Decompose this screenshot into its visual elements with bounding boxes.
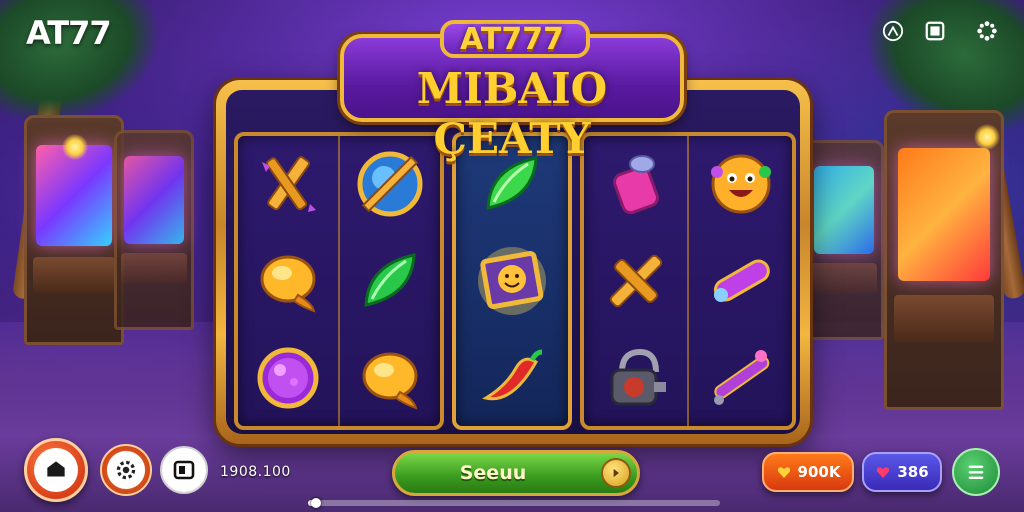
reel-group-center — [452, 132, 572, 430]
balance-amount: 1908.100 — [220, 464, 291, 480]
reel-3 — [456, 136, 568, 426]
game-title-line1: AT777 — [460, 22, 564, 57]
smiley-face-icon — [703, 146, 779, 222]
golden-bell-icon — [352, 340, 428, 416]
arcade-cabinet-left-back — [114, 130, 194, 330]
arcade-cabinet-right — [884, 110, 1004, 410]
reel-5 — [689, 136, 792, 426]
reels-area — [234, 132, 796, 430]
coins-counter[interactable]: 386 — [862, 452, 942, 492]
window-button[interactable] — [160, 446, 208, 494]
reel-2 — [340, 136, 440, 426]
spin-button[interactable]: Seeuu — [392, 450, 640, 496]
window-square-icon — [173, 460, 195, 480]
green-leaf-gem-icon — [352, 243, 428, 319]
coins-value: 386 — [897, 463, 929, 481]
purple-tube-icon — [703, 243, 779, 319]
home-button[interactable] — [24, 438, 88, 502]
reel-4 — [584, 136, 689, 426]
profile-icon[interactable] — [878, 16, 908, 46]
golden-bell-icon — [250, 243, 326, 319]
purple-wand-icon — [703, 340, 779, 416]
gems-value: 900K — [797, 463, 841, 481]
spin-arrow-icon — [601, 458, 631, 488]
lamp-left — [62, 134, 88, 160]
purple-orb-icon — [250, 340, 326, 416]
gear-icon — [116, 460, 136, 480]
lamp-right — [974, 124, 1000, 150]
menu-button[interactable] — [952, 448, 1000, 496]
hamburger-menu-icon — [968, 465, 984, 479]
golden-cross-icon — [598, 243, 674, 319]
coin-heart-icon — [877, 467, 890, 478]
reel-group-left — [234, 132, 444, 430]
brand-logo: AT77 — [26, 14, 112, 52]
home-icon — [47, 461, 65, 477]
window-icon[interactable] — [920, 16, 950, 46]
settings-button[interactable] — [100, 444, 152, 496]
reel-1 — [238, 136, 340, 426]
reel-group-right — [580, 132, 796, 430]
sword-cross-icon — [250, 146, 326, 222]
game-title-line2: MIBAIO ÇEATY — [416, 64, 608, 163]
framed-smiley-icon — [474, 243, 550, 319]
padlock-machine-icon — [598, 340, 674, 416]
heart-gem-icon — [777, 467, 790, 478]
settings-dots-icon[interactable] — [972, 16, 1002, 46]
spin-label: Seeuu — [459, 462, 527, 484]
progress-track[interactable] — [308, 498, 720, 508]
arcade-cabinet-right-back — [804, 140, 884, 340]
chili-pepper-icon — [474, 340, 550, 416]
gems-counter[interactable]: 900K — [762, 452, 854, 492]
